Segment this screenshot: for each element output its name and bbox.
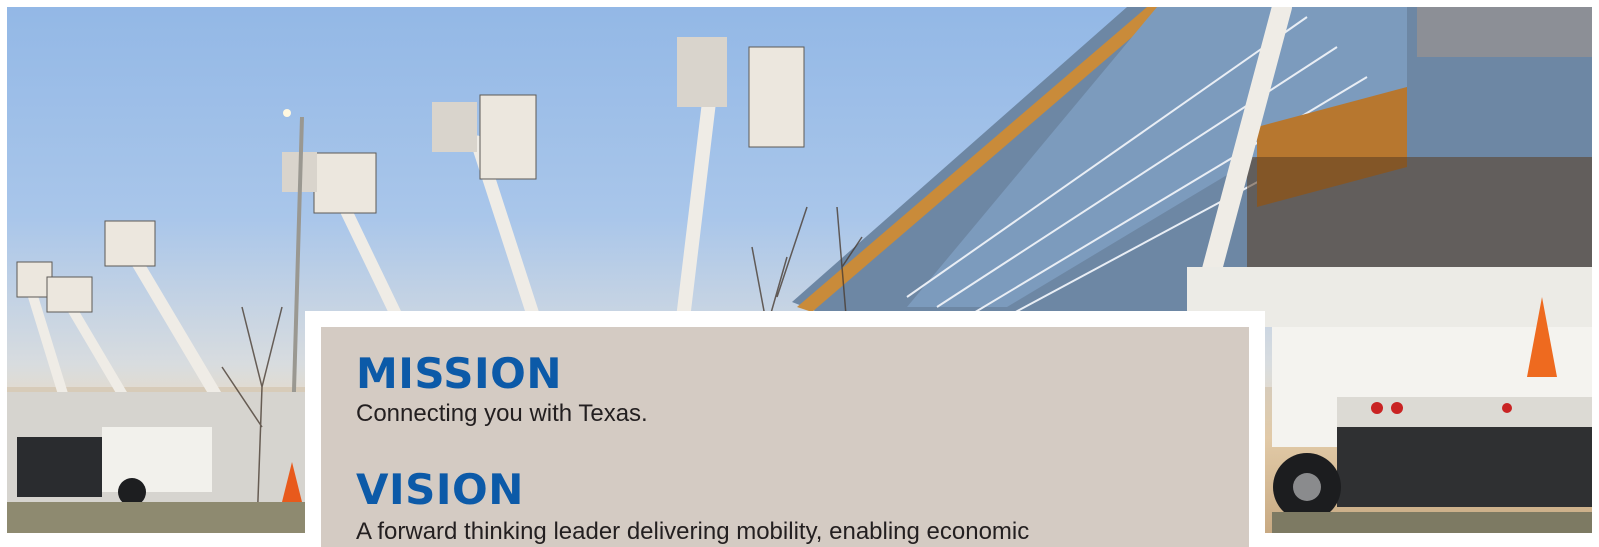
statement-card: MISSION Connecting you with Texas. VISIO… (321, 327, 1249, 547)
vision-heading: VISION (356, 465, 524, 514)
page: MISSION Connecting you with Texas. VISIO… (0, 0, 1599, 547)
mission-statement: Connecting you with Texas. (356, 400, 648, 427)
vision-statement: A forward thinking leader delivering mob… (356, 518, 1030, 545)
mission-heading: MISSION (356, 349, 563, 398)
